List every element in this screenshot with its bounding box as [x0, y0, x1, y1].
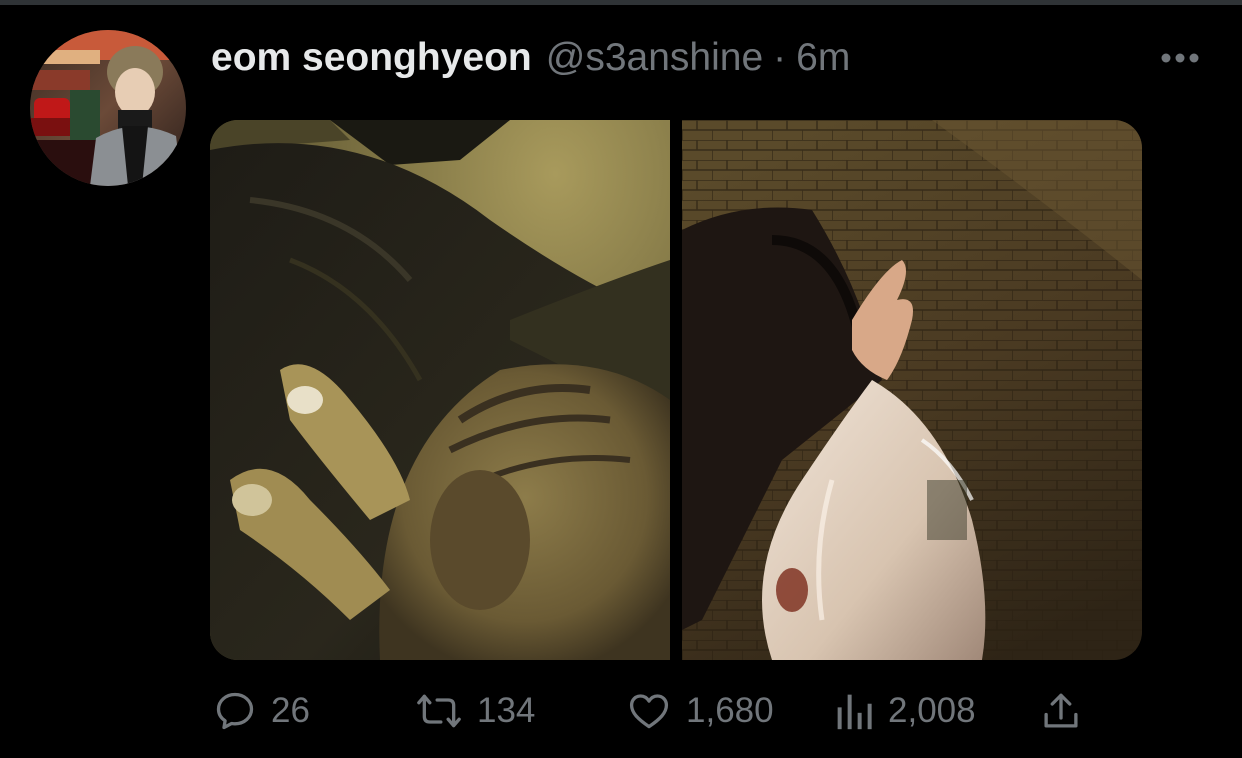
retweet-button[interactable]: 134: [415, 683, 535, 739]
separator-dot: ·: [773, 36, 787, 79]
media-grid: [210, 120, 1142, 660]
cat-photo[interactable]: [210, 120, 670, 660]
retweet-icon: [417, 694, 461, 728]
reply-button[interactable]: 26: [213, 683, 310, 739]
reply-count: 26: [271, 691, 310, 730]
share-button[interactable]: [1040, 683, 1082, 739]
retweet-count: 134: [477, 691, 536, 730]
views-button[interactable]: 2,008: [834, 683, 976, 739]
share-upload-icon: [1044, 693, 1078, 728]
avatar[interactable]: [30, 30, 186, 186]
tweet-actions: 26 134 1,680 2,008: [210, 683, 1110, 739]
views-count: 2,008: [888, 691, 976, 730]
reply-bubble-icon: [216, 692, 254, 730]
analytics-bars-icon: [837, 694, 872, 730]
heart-icon: [629, 694, 669, 729]
street-photo[interactable]: [682, 120, 1142, 660]
tweet-header: eom seonghyeon @s3anshine · 6m: [211, 34, 850, 82]
timestamp[interactable]: 6m: [796, 36, 850, 80]
like-count: 1,680: [686, 691, 774, 730]
like-button[interactable]: 1,680: [626, 683, 774, 739]
more-options-button[interactable]: [1154, 40, 1206, 76]
user-handle[interactable]: @s3anshine: [546, 36, 763, 80]
display-name[interactable]: eom seonghyeon: [211, 36, 532, 80]
more-horizontal-icon: [1161, 53, 1199, 63]
top-divider: [0, 0, 1242, 5]
